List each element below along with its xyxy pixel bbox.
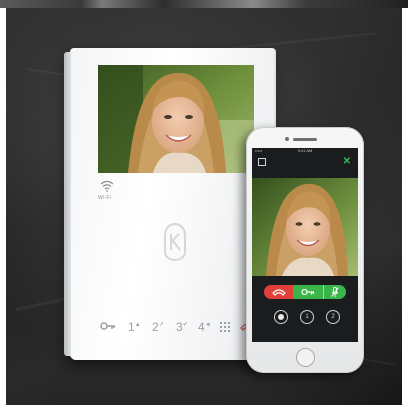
close-icon[interactable]: ✕: [343, 156, 351, 167]
app-header: ✕: [252, 154, 358, 170]
key-2-mark: ↗: [158, 322, 164, 328]
hangup-button[interactable]: [264, 285, 293, 299]
key-4-mark: ◄: [204, 322, 211, 328]
earpiece-speaker: [293, 138, 317, 141]
monitor-video-screen: [98, 65, 254, 173]
aux-2-button[interactable]: 2: [326, 310, 340, 324]
woman-portrait-image: [98, 65, 254, 173]
key-3-mark: ✔: [182, 322, 188, 328]
key-3-label: 3: [176, 320, 183, 334]
front-camera: [285, 137, 289, 141]
menu-box-icon[interactable]: [258, 158, 266, 166]
key-1-label: 1: [128, 320, 135, 334]
key-4-label: 4: [198, 320, 205, 334]
dot-icon: [278, 314, 284, 320]
woman-portrait-image: [252, 178, 358, 276]
key-4-button[interactable]: 4◄: [198, 320, 211, 334]
key-3-button[interactable]: 3✔: [176, 320, 188, 334]
mic-off-icon: [331, 287, 339, 297]
wifi-icon: [100, 180, 114, 192]
mute-mic-button[interactable]: [323, 285, 346, 299]
call-action-bar: [264, 285, 346, 299]
key-1-mark: ▲: [134, 322, 141, 328]
smartphone: ••••• 9:41 AM ✕ 1 2: [246, 127, 364, 373]
brand-logo-button[interactable]: [162, 222, 188, 262]
wifi-label: Wi-Fi: [98, 195, 112, 201]
status-time: 9:41 AM: [297, 148, 313, 153]
key-2-button[interactable]: 2↗: [152, 320, 164, 334]
phone-screen: ••••• 9:41 AM ✕ 1 2: [252, 148, 358, 342]
monitor-side-edge: [64, 52, 71, 356]
aux-1-button[interactable]: 1: [300, 310, 314, 324]
hangup-icon: [271, 289, 286, 296]
photo-frame: Wi-Fi 1▲ 2↗ 3✔ 4◄ ••••• 9:41 AM ✕ 1 2: [0, 0, 408, 405]
open-door-button[interactable]: [293, 285, 323, 299]
grid-menu-icon[interactable]: [220, 321, 230, 335]
key-icon: [301, 288, 315, 296]
top-image-strip: [0, 0, 408, 8]
key-1-button[interactable]: 1▲: [128, 320, 141, 334]
key-2-label: 2: [152, 320, 159, 334]
auxiliary-controls: 1 2: [274, 310, 340, 324]
door-key-icon[interactable]: [100, 320, 116, 335]
aux-dot-button[interactable]: [274, 310, 288, 324]
phone-video-feed: [252, 178, 358, 276]
home-button[interactable]: [296, 348, 315, 367]
